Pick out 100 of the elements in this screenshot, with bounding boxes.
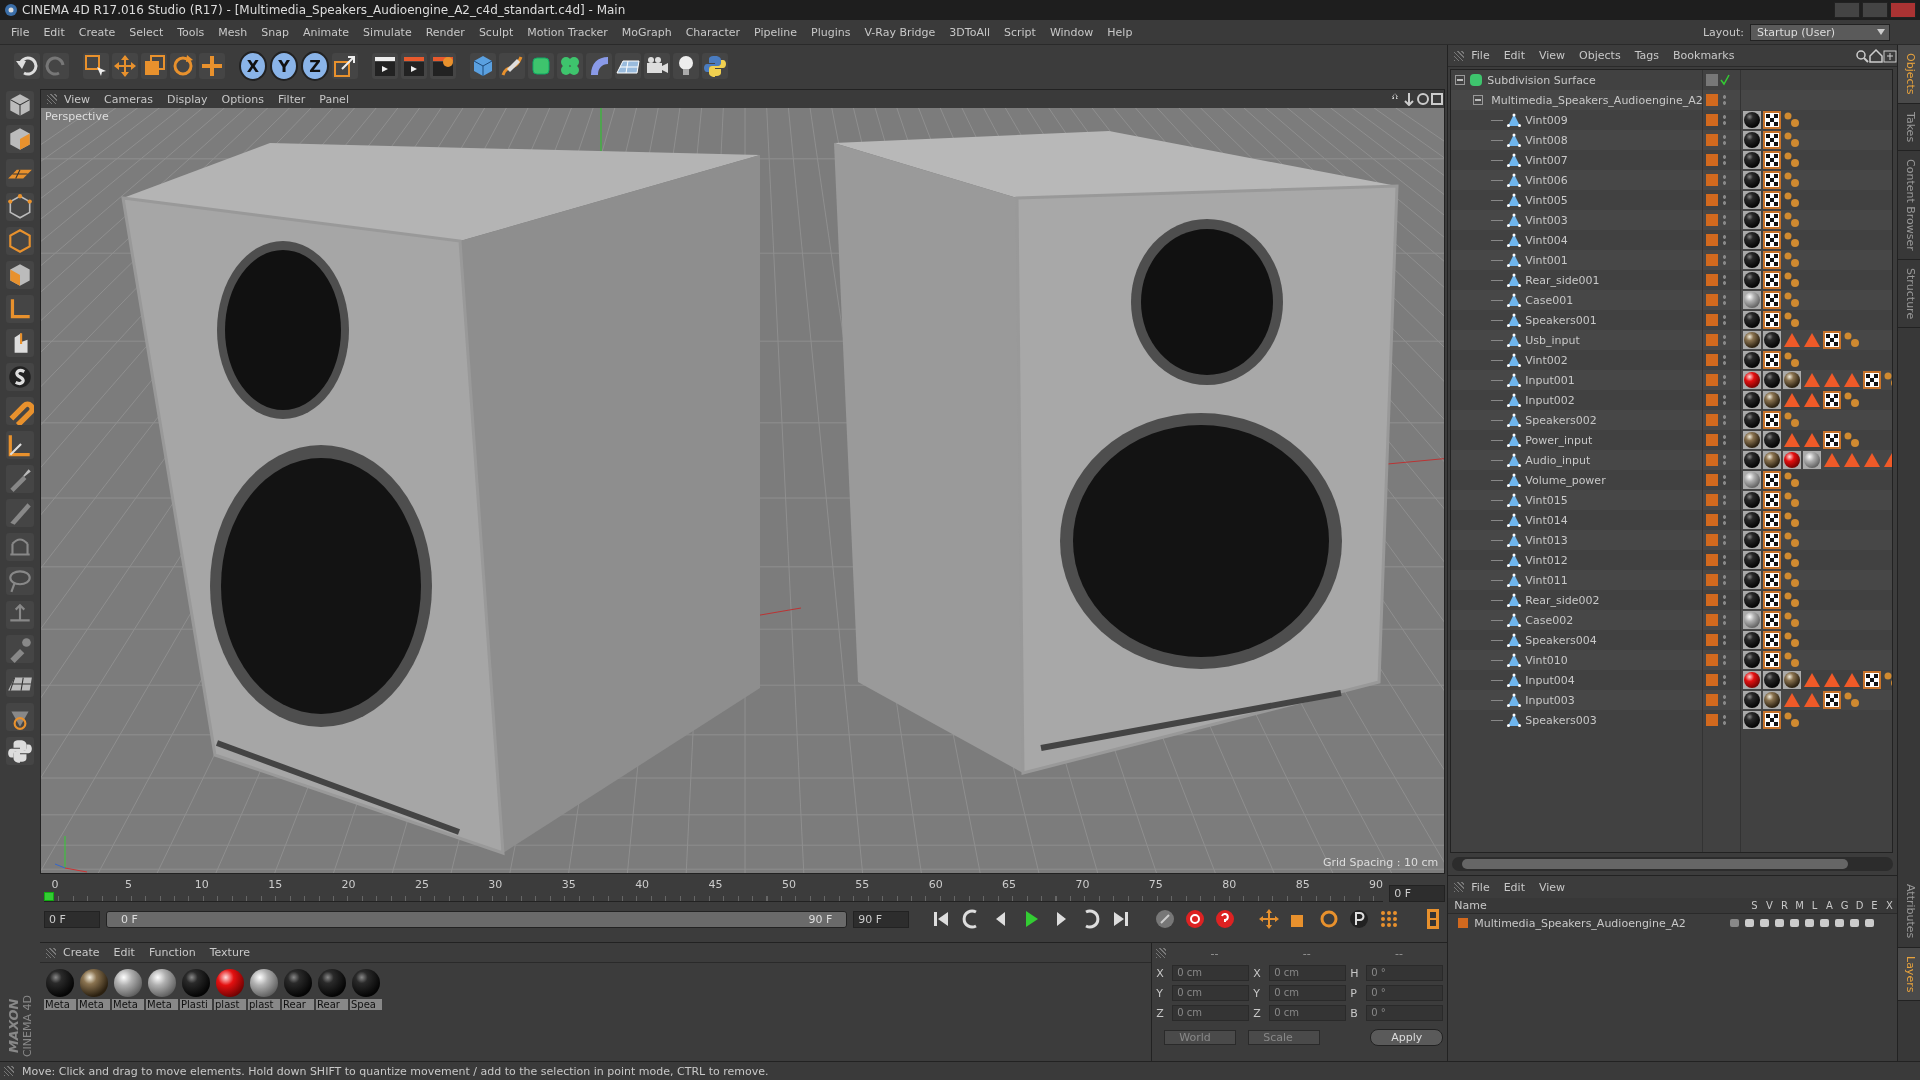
visibility-dots-icon[interactable] [1722, 254, 1728, 266]
material-tag-icon[interactable] [1743, 711, 1762, 729]
object-name[interactable]: Speakers003 [1525, 713, 1597, 727]
checkered-tag-icon[interactable] [1823, 691, 1842, 709]
checkered-grid-icon[interactable] [6, 669, 34, 697]
menu-item[interactable]: MoGraph [614, 25, 679, 39]
material-tag-icon[interactable] [1743, 331, 1762, 349]
python-icon[interactable] [6, 737, 34, 765]
menu-item[interactable]: Motion Tracker [520, 25, 615, 39]
maximize-view-icon[interactable] [1430, 92, 1445, 106]
visibility-dots-icon[interactable] [1722, 134, 1728, 146]
dots-tag-icon[interactable] [1843, 391, 1862, 409]
visibility-dots-icon[interactable] [1722, 514, 1728, 526]
checkered-tag-icon[interactable] [1763, 211, 1782, 229]
layer-menu-item[interactable]: View [1532, 880, 1573, 894]
visibility-dots-icon[interactable] [1722, 454, 1728, 466]
material-menu-item[interactable]: Texture [202, 946, 257, 959]
dots-tag-icon[interactable] [1783, 591, 1802, 609]
size-field[interactable]: 0 cm [1269, 985, 1347, 1001]
material-tag-icon[interactable] [1743, 251, 1762, 269]
checkered-tag-icon[interactable] [1763, 651, 1782, 669]
layer-column-header[interactable]: X [1882, 900, 1897, 911]
visibility-dots-icon[interactable] [1722, 594, 1728, 606]
layer-color-icon[interactable] [1706, 494, 1719, 506]
subdivision-icon[interactable] [528, 53, 554, 79]
knife-icon[interactable] [6, 499, 34, 527]
magnet-rotate-icon[interactable] [6, 703, 34, 731]
material-tag-icon[interactable] [1743, 371, 1762, 389]
end-frame-field[interactable]: 90 F [853, 910, 910, 928]
horizontal-scrollbar[interactable] [1452, 857, 1893, 871]
visibility-dots-icon[interactable] [1722, 634, 1728, 646]
python-icon[interactable] [702, 53, 728, 79]
new-panel-icon[interactable] [1883, 48, 1897, 63]
checkered-tag-icon[interactable] [1763, 291, 1782, 309]
layer-name[interactable]: Multimedia_Speakers_Audioengine_A2 [1474, 916, 1686, 930]
checkered-tag-icon[interactable] [1763, 151, 1782, 169]
layer-color-icon[interactable] [1706, 174, 1719, 186]
dots-tag-icon[interactable] [1783, 571, 1802, 589]
checkered-tag-icon[interactable] [1763, 251, 1782, 269]
visibility-dots-icon[interactable] [1722, 474, 1728, 486]
material-tag-icon[interactable] [1743, 211, 1762, 229]
layer-color-icon[interactable] [1706, 574, 1719, 586]
object-name[interactable]: Audio_input [1525, 453, 1591, 467]
object-name[interactable]: Vint008 [1525, 133, 1568, 147]
layer-color-icon[interactable] [1706, 234, 1719, 246]
pen-icon[interactable] [499, 53, 525, 79]
grip-icon[interactable] [1156, 948, 1167, 958]
material-tag-icon[interactable] [1743, 551, 1762, 569]
checkered-tag-icon[interactable] [1763, 231, 1782, 249]
material-tag-icon[interactable] [1743, 651, 1762, 669]
menu-item[interactable]: Help [1100, 25, 1140, 39]
layer-color-icon[interactable] [1706, 534, 1719, 546]
object-name[interactable]: Case002 [1525, 613, 1574, 627]
viewport-menu-item[interactable]: Options [214, 92, 271, 106]
paint-icon[interactable] [6, 635, 34, 663]
material-tag-icon[interactable] [1763, 691, 1782, 709]
layer-column-header[interactable]: M [1792, 900, 1807, 911]
dots-tag-icon[interactable] [1783, 231, 1802, 249]
grip-icon[interactable] [1454, 50, 1465, 61]
material-swatch[interactable] [318, 969, 346, 997]
workplane-icon[interactable] [6, 431, 34, 459]
object-name[interactable]: Vint014 [1525, 513, 1568, 527]
menu-item[interactable]: Animate [296, 25, 357, 39]
material-tag-icon[interactable] [1763, 671, 1782, 689]
checkered-tag-icon[interactable] [1823, 391, 1842, 409]
material-tag-icon[interactable] [1743, 611, 1762, 629]
dots-tag-icon[interactable] [1843, 691, 1862, 709]
material-menu-item[interactable]: Function [141, 946, 203, 959]
checkered-tag-icon[interactable] [1763, 111, 1782, 129]
render-settings-icon[interactable] [430, 53, 456, 79]
material-swatch[interactable] [148, 969, 176, 997]
material-tag-icon[interactable] [1743, 191, 1762, 209]
visibility-dots-icon[interactable] [1722, 694, 1728, 706]
size-field[interactable]: 0 cm [1269, 965, 1347, 981]
layer-column-header[interactable]: D [1852, 900, 1867, 911]
frame-range-slider[interactable]: 0 F 90 F [106, 910, 848, 928]
object-menu-item[interactable]: View [1532, 49, 1573, 62]
collapse-toggle-icon[interactable] [1473, 95, 1484, 105]
menu-item[interactable]: Snap [254, 25, 296, 39]
axis-icon[interactable] [6, 295, 34, 323]
visibility-dots-icon[interactable] [1722, 314, 1728, 326]
checkered-tag-icon[interactable] [1763, 591, 1782, 609]
layer-color-icon[interactable] [1706, 334, 1719, 346]
material-tag-icon[interactable] [1743, 351, 1762, 369]
layer-color-icon[interactable] [1706, 654, 1719, 666]
collapse-toggle-icon[interactable] [1455, 75, 1466, 85]
grip-icon[interactable] [46, 947, 56, 958]
object-name[interactable]: Input004 [1525, 673, 1575, 687]
visibility-dots-icon[interactable] [1722, 334, 1728, 346]
layer-color-icon[interactable] [1706, 674, 1719, 686]
layer-color-icon[interactable] [1706, 94, 1719, 106]
menu-item[interactable]: Create [71, 25, 123, 39]
axis-lock-button[interactable]: Y [270, 51, 298, 81]
checkered-tag-icon[interactable] [1763, 551, 1782, 569]
material-swatch[interactable] [250, 969, 278, 997]
checkered-tag-icon[interactable] [1763, 491, 1782, 509]
layer-color-icon[interactable] [1706, 194, 1719, 206]
scrollbar-thumb[interactable] [1462, 859, 1848, 869]
dots-tag-icon[interactable] [1783, 311, 1802, 329]
object-name[interactable]: Input001 [1525, 373, 1575, 387]
